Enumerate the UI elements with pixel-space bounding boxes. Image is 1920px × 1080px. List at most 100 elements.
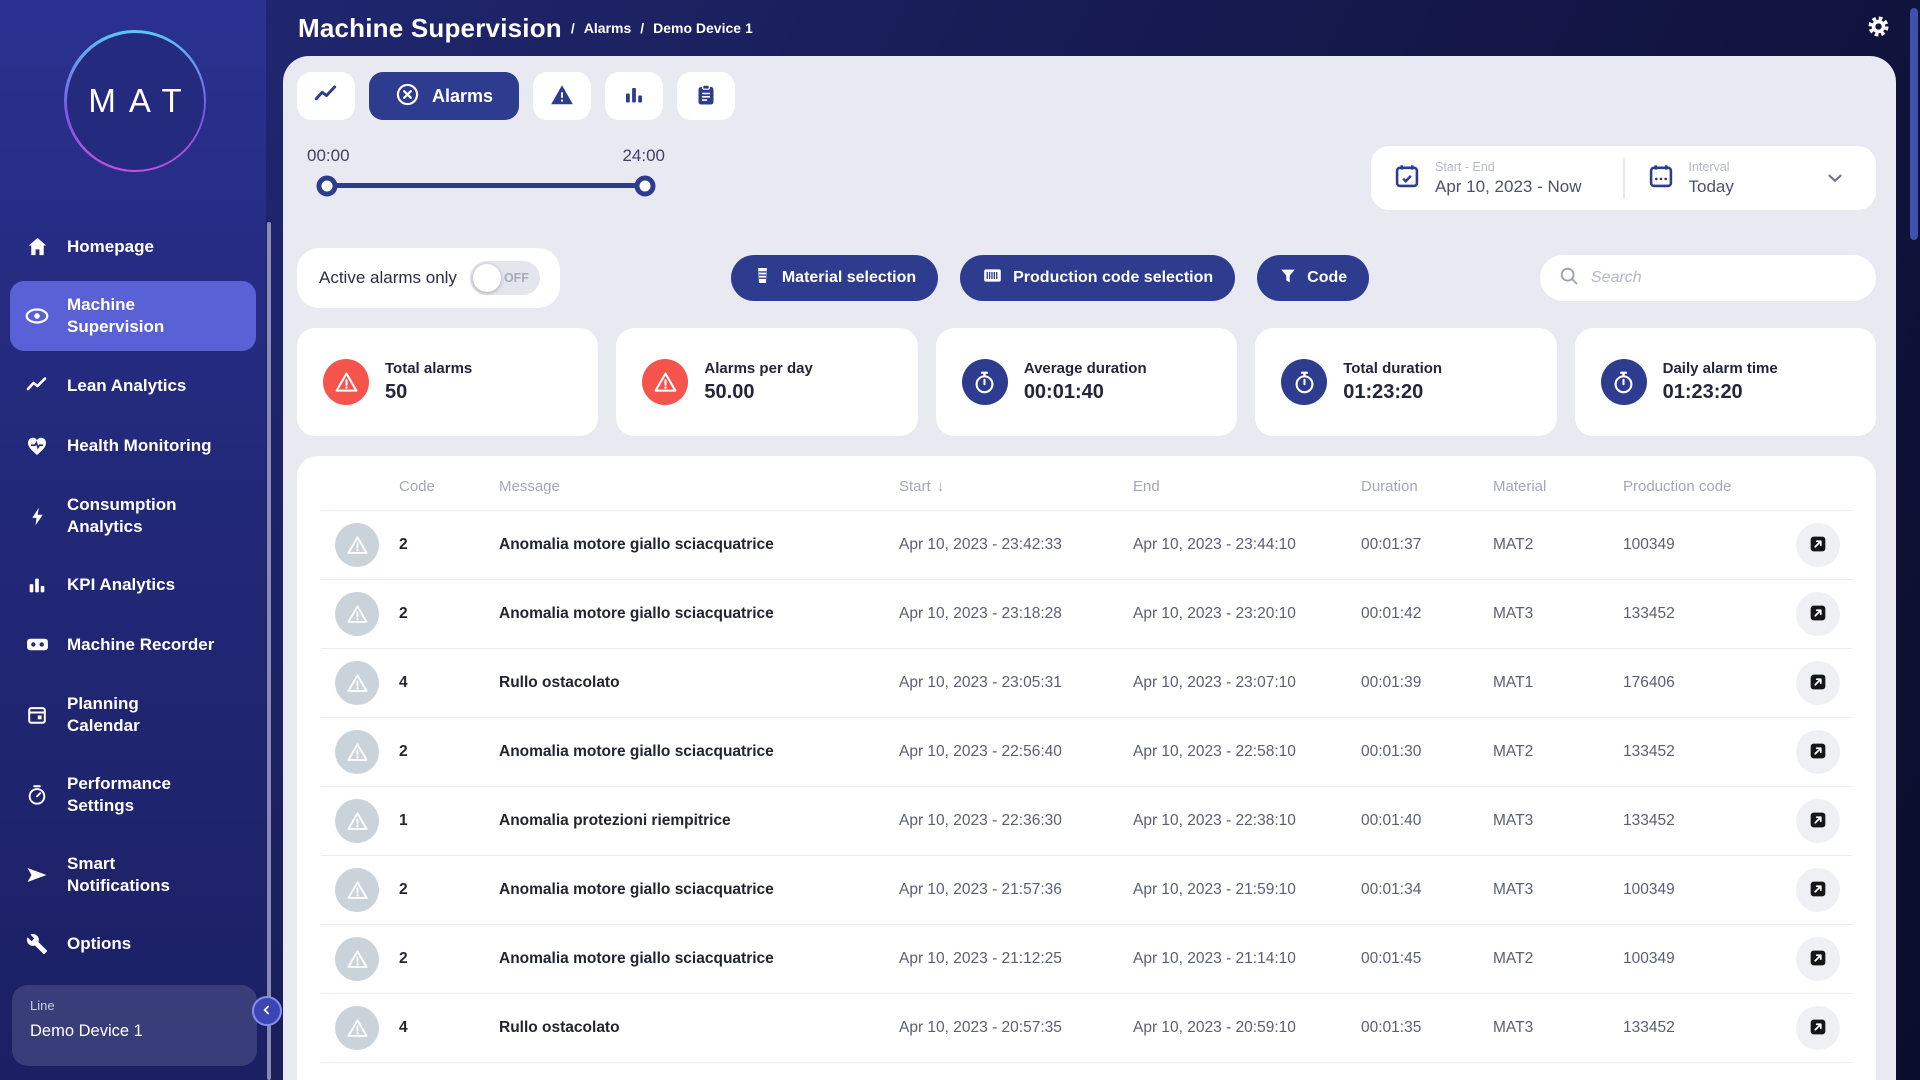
sidebar-item-machine-supervision[interactable]: Machine Supervision <box>10 281 256 351</box>
calendar-icon <box>1647 162 1675 195</box>
cell-start: Apr 10, 2023 - 22:36:30 <box>885 786 1119 856</box>
sidebar-item-options[interactable]: Options <box>0 920 266 968</box>
interval-picker[interactable]: Interval Today <box>1625 160 1877 197</box>
top-header: Machine Supervision / Alarms / Demo Devi… <box>266 0 1920 56</box>
collapse-sidebar-button[interactable] <box>252 996 282 1026</box>
sidebar-item-consumption-analytics[interactable]: Consumption Analytics <box>0 481 266 551</box>
column-header-code[interactable]: Code <box>385 456 485 511</box>
chevron-down-icon <box>1824 167 1846 189</box>
page-scrollbar-thumb[interactable] <box>1910 8 1918 240</box>
open-alarm-detail-button[interactable] <box>1796 730 1840 774</box>
open-alarm-detail-button[interactable] <box>1796 1006 1840 1050</box>
cell-material: MAT3 <box>1479 786 1609 856</box>
stat-value: 50 <box>385 381 408 403</box>
active-alarms-toggle[interactable]: OFF <box>469 261 540 295</box>
sidebar-item-kpi-analytics[interactable]: KPI Analytics <box>0 561 266 609</box>
production-code-selection-label: Production code selection <box>1013 269 1214 286</box>
column-header-label: Code <box>399 478 435 495</box>
logo-text: MAT <box>88 82 195 119</box>
open-alarm-detail-button[interactable] <box>1796 661 1840 705</box>
toggle-state-label: OFF <box>503 271 529 285</box>
open-alarm-detail-button[interactable] <box>1796 799 1840 843</box>
gear-icon <box>1865 13 1892 43</box>
alarm-icon-cell <box>321 786 385 856</box>
column-header-production-code[interactable]: Production code <box>1609 456 1773 511</box>
cell-production_code: 176406 <box>1609 648 1773 718</box>
production-code-selection-button[interactable]: Production code selection <box>960 255 1236 301</box>
search-input[interactable] <box>1591 269 1860 287</box>
sidebar-item-label-line: Planning <box>67 694 139 713</box>
sidebar-item-homepage[interactable]: Homepage <box>0 222 266 271</box>
trend-icon <box>24 374 50 398</box>
column-header-label: Production code <box>1623 478 1732 495</box>
sidebar-item-label: Options <box>67 933 131 955</box>
column-header-label: Material <box>1493 478 1547 495</box>
slider-handle-end[interactable] <box>634 175 656 196</box>
sidebar-item-smart-notifications[interactable]: Smart Notifications <box>0 840 266 910</box>
open-alarm-detail-button[interactable] <box>1796 592 1840 636</box>
slider-track[interactable] <box>316 175 656 196</box>
table-row: 2 Anomalia motore giallo sciacquatrice Apr… <box>321 579 1852 649</box>
content-panel: Alarms 00:00 24:00 Start - End Apr 10, 2… <box>283 56 1896 1080</box>
action-cell <box>1773 786 1852 856</box>
cell-code: 4 <box>385 648 485 718</box>
active-alarms-filter: Active alarms only OFF <box>297 248 560 308</box>
line-selector[interactable]: Line Demo Device 1 <box>12 985 257 1066</box>
stat-value: 50.00 <box>704 381 755 403</box>
alarm-warning-icon <box>335 799 379 843</box>
cell-end: Apr 10, 2023 - 21:14:10 <box>1119 924 1347 994</box>
sidebar-item-label: Homepage <box>67 236 154 258</box>
sidebar-item-label: Machine Recorder <box>67 634 214 656</box>
open-in-new-icon <box>1807 947 1829 972</box>
sidebar-item-label-line: Machine <box>67 295 136 314</box>
gauge-icon <box>24 784 50 806</box>
sidebar-item-label-line: Smart <box>67 854 116 873</box>
column-header-label: End <box>1133 478 1160 495</box>
line-selector-label: Line <box>30 998 55 1013</box>
column-header-duration[interactable]: Duration <box>1347 456 1479 511</box>
column-header-message[interactable]: Message <box>485 456 885 511</box>
sidebar-item-label: Smart Notifications <box>67 853 170 897</box>
sidebar-item-label-line: Calendar <box>67 716 140 735</box>
open-alarm-detail-button[interactable] <box>1796 868 1840 912</box>
cell-duration: 00:01:39 <box>1347 648 1479 718</box>
breadcrumb-alarms: Alarms <box>583 20 632 36</box>
material-selection-button[interactable]: Material selection <box>730 255 939 301</box>
sidebar-item-label: Lean Analytics <box>67 375 186 397</box>
sidebar-item-health-monitoring[interactable]: Health Monitoring <box>0 421 266 471</box>
tab-clipboard[interactable] <box>677 72 736 120</box>
code-filter-button[interactable]: Code <box>1257 255 1370 301</box>
cell-production_code: 100349 <box>1609 510 1773 580</box>
sidebar-item-performance-settings[interactable]: Performance Settings <box>0 760 266 830</box>
cell-message: Anomalia motore giallo sciacquatrice <box>485 510 885 580</box>
column-header-end[interactable]: End <box>1119 456 1347 511</box>
app-root: MAT Homepage Machine Supervision Lean Analy… <box>0 0 1920 1080</box>
settings-button[interactable] <box>1865 13 1892 43</box>
column-header-start[interactable]: Start ↓ <box>885 456 1119 511</box>
stat-text: Daily alarm time 01:23:20 <box>1663 360 1778 404</box>
cell-code: 2 <box>385 924 485 994</box>
sidebar-item-lean-analytics[interactable]: Lean Analytics <box>0 361 266 411</box>
sidebar-item-machine-recorder[interactable]: Machine Recorder <box>0 619 266 670</box>
cell-duration: 00:01:35 <box>1347 993 1479 1063</box>
stopwatch-icon <box>1600 359 1647 405</box>
tab-bar-chart[interactable] <box>605 72 664 120</box>
tab-trend-chart[interactable] <box>297 72 355 120</box>
code-filter-label: Code <box>1307 269 1348 286</box>
sidebar-item-label-line: Notifications <box>67 876 170 895</box>
tab-alarms[interactable]: Alarms <box>369 72 520 120</box>
open-alarm-detail-button[interactable] <box>1796 523 1840 567</box>
alarm-warning-icon <box>335 937 379 981</box>
open-alarm-detail-button[interactable] <box>1796 937 1840 981</box>
cell-material: MAT2 <box>1479 717 1609 787</box>
stat-card-total-duration: Total duration 01:23:20 <box>1255 328 1557 436</box>
cell-start: Apr 10, 2023 - 23:05:31 <box>885 648 1119 718</box>
sidebar-item-planning-calendar[interactable]: Planning Calendar <box>0 680 266 750</box>
lightning-icon <box>24 506 50 527</box>
date-range-picker[interactable]: Start - End Apr 10, 2023 - Now <box>1371 160 1623 197</box>
slider-handle-start[interactable] <box>316 175 338 196</box>
tab-warning-triangle[interactable] <box>533 72 592 120</box>
column-header-label: Start <box>899 478 931 495</box>
column-header-material[interactable]: Material <box>1479 456 1609 511</box>
table-row: 2 Anomalia motore giallo sciacquatrice Apr… <box>321 717 1852 787</box>
